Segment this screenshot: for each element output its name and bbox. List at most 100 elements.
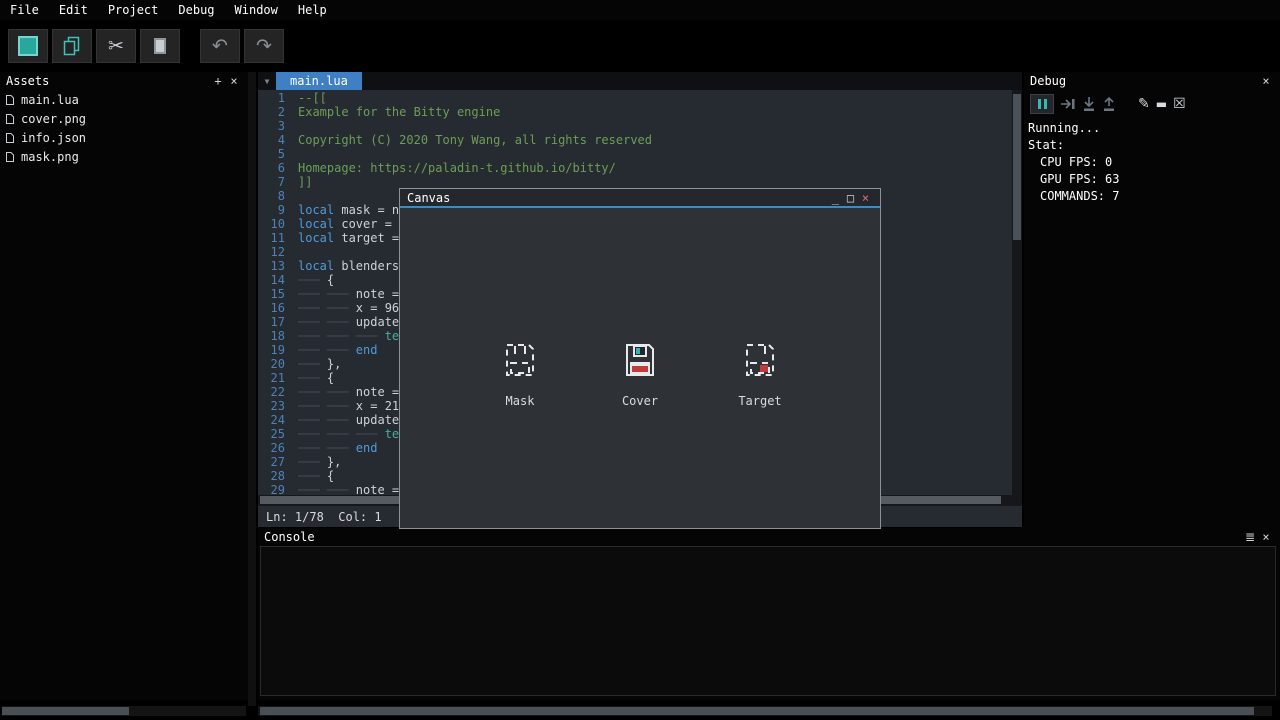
copy-button[interactable] (52, 29, 92, 63)
code-line[interactable]: 5 (258, 147, 1022, 161)
asset-item-info-json[interactable]: info.json (0, 128, 248, 147)
assets-panel: Assets + × main.lua cover.png info.json … (0, 72, 248, 700)
tab-list-dropdown[interactable]: ▼ (258, 72, 276, 90)
cover-floppy-icon (620, 340, 660, 380)
line-number: 15 (258, 287, 285, 301)
new-icon (18, 36, 38, 56)
mute-icon[interactable]: ☒ (1173, 96, 1186, 112)
stat-cpu-fps-value: 0 (1105, 155, 1112, 169)
tab-main-lua[interactable]: main.lua (276, 72, 362, 90)
capture-icon[interactable]: ▬ (1156, 97, 1167, 111)
stat-gpu-fps-value: 63 (1105, 172, 1119, 186)
menu-item-edit[interactable]: Edit (49, 3, 98, 17)
line-number: 10 (258, 217, 285, 231)
code-line[interactable]: 2Example for the Bitty engine (258, 105, 1022, 119)
editor-vertical-scrollbar[interactable] (1012, 90, 1022, 495)
menu-item-debug[interactable]: Debug (168, 3, 224, 17)
console-menu-icon[interactable]: ≣ (1242, 530, 1258, 544)
canvas-item-label: Mask (506, 394, 535, 408)
line-number: 20 (258, 357, 285, 371)
copy-icon (61, 35, 83, 57)
stat-gpu-fps: GPU FPS: 63 (1028, 171, 1276, 188)
assets-vertical-scrollbar[interactable] (248, 72, 256, 706)
paste-button[interactable] (140, 29, 180, 63)
line-number: 7 (258, 175, 285, 189)
main-toolbar: ✂ ↶ ↷ (0, 20, 1280, 72)
assets-title: Assets (6, 74, 210, 88)
code-line[interactable]: 7]] (258, 175, 1022, 189)
close-assets-button[interactable]: × (226, 74, 242, 88)
line-number: 22 (258, 385, 285, 399)
code-line[interactable]: 6Homepage: https://paladin-t.github.io/b… (258, 161, 1022, 175)
line-number: 19 (258, 343, 285, 357)
pencil-icon[interactable]: ✎ (1138, 96, 1150, 112)
maximize-button[interactable]: □ (843, 191, 858, 205)
close-console-button[interactable]: × (1258, 530, 1274, 544)
undo-button[interactable]: ↶ (200, 29, 240, 63)
debug-running-status: Running... (1028, 120, 1276, 137)
menu-item-project[interactable]: Project (98, 3, 169, 17)
add-asset-button[interactable]: + (210, 74, 226, 88)
canvas-title-bar[interactable]: Canvas _ □ × (400, 189, 880, 208)
pause-button[interactable] (1030, 94, 1054, 114)
canvas-item-target[interactable]: Target (726, 340, 794, 408)
assets-horizontal-scrollbar[interactable] (2, 706, 246, 716)
line-number: 13 (258, 259, 285, 273)
asset-item-mask-png[interactable]: mask.png (0, 147, 248, 166)
line-number: 9 (258, 203, 285, 217)
editor-vertical-scrollbar-thumb[interactable] (1013, 94, 1021, 240)
assets-horizontal-scrollbar-thumb[interactable] (2, 707, 129, 715)
console-horizontal-scrollbar-thumb[interactable] (260, 707, 1254, 715)
console-output[interactable] (260, 546, 1276, 696)
menu-bar: File Edit Project Debug Window Help (0, 0, 1280, 20)
redo-button[interactable]: ↷ (244, 29, 284, 63)
line-number: 5 (258, 147, 285, 161)
code-line[interactable]: 1--[[ (258, 91, 1022, 105)
step-into-button[interactable] (1082, 96, 1096, 112)
code-line[interactable]: 4Copyright (C) 2020 Tony Wang, all right… (258, 133, 1022, 147)
debug-stats: CPU FPS: 0 GPU FPS: 63 COMMANDS: 7 (1028, 154, 1276, 205)
debug-header: Debug × (1024, 72, 1280, 90)
assets-header: Assets + × (0, 72, 248, 90)
step-over-button[interactable] (1060, 97, 1076, 111)
canvas-window: Canvas _ □ × Mask Cover (399, 188, 881, 529)
new-button[interactable] (8, 29, 48, 63)
line-number: 29 (258, 483, 285, 495)
minimize-button[interactable]: _ (828, 191, 843, 205)
asset-item-cover-png[interactable]: cover.png (0, 109, 248, 128)
menu-item-window[interactable]: Window (225, 3, 288, 17)
undo-icon: ↶ (212, 35, 228, 57)
canvas-item-mask[interactable]: Mask (486, 340, 554, 408)
editor-tab-bar: ▼ main.lua (258, 72, 1022, 90)
line-number: 24 (258, 413, 285, 427)
asset-label: info.json (21, 131, 86, 145)
menu-item-file[interactable]: File (0, 3, 49, 17)
console-header: Console ≣ × (258, 528, 1280, 546)
asset-label: mask.png (21, 150, 79, 164)
file-icon (5, 94, 15, 106)
close-debug-button[interactable]: × (1258, 74, 1274, 88)
asset-label: main.lua (21, 93, 79, 107)
stat-commands: COMMANDS: 7 (1028, 188, 1276, 205)
line-number: 26 (258, 441, 285, 455)
redo-icon: ↷ (256, 35, 272, 57)
canvas-item-cover[interactable]: Cover (606, 340, 674, 408)
cut-button[interactable]: ✂ (96, 29, 136, 63)
line-number: 23 (258, 399, 285, 413)
paste-icon (149, 35, 171, 57)
asset-label: cover.png (21, 112, 86, 126)
line-number: 4 (258, 133, 285, 147)
asset-item-main-lua[interactable]: main.lua (0, 90, 248, 109)
line-number: 27 (258, 455, 285, 469)
stat-commands-value: 7 (1112, 189, 1119, 203)
step-out-button[interactable] (1102, 96, 1116, 112)
line-number: 16 (258, 301, 285, 315)
close-canvas-button[interactable]: × (858, 191, 873, 205)
stat-cpu-fps: CPU FPS: 0 (1028, 154, 1276, 171)
console-horizontal-scrollbar[interactable] (258, 706, 1272, 716)
line-number: 17 (258, 315, 285, 329)
line-number: 2 (258, 105, 285, 119)
code-line[interactable]: 3 (258, 119, 1022, 133)
menu-item-help[interactable]: Help (288, 3, 337, 17)
target-floppy-icon (740, 340, 780, 380)
